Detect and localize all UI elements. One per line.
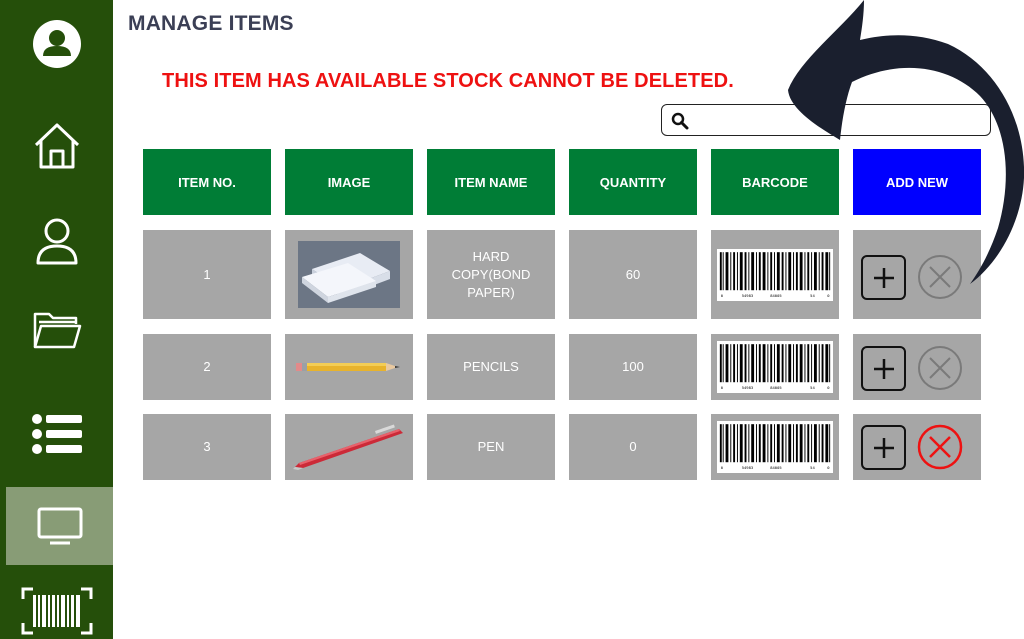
cell-item-no: 1 xyxy=(143,230,271,319)
svg-text:84005: 84005 xyxy=(770,292,781,297)
cell-item-name: PEN xyxy=(427,414,555,480)
cell-image xyxy=(285,230,413,319)
sidebar-item-barcode-scan[interactable] xyxy=(0,586,113,636)
cell-item-no: 2 xyxy=(143,334,271,400)
cell-item-name: PENCILS xyxy=(427,334,555,400)
sidebar-item-monitor[interactable] xyxy=(6,487,113,565)
delete-button[interactable] xyxy=(917,345,963,391)
cell-image xyxy=(285,334,413,400)
svg-text:54983: 54983 xyxy=(742,465,753,470)
svg-text:0: 0 xyxy=(827,385,830,390)
pen-image xyxy=(293,424,403,470)
delete-button[interactable] xyxy=(917,254,963,300)
add-stock-button[interactable] xyxy=(861,255,906,300)
user-icon xyxy=(36,218,77,265)
cell-barcode: 0 54983 84005 54 0 xyxy=(711,414,839,480)
header-image: IMAGE xyxy=(285,149,413,215)
svg-text:54: 54 xyxy=(810,385,815,390)
home-icon xyxy=(34,123,79,169)
header-barcode: BARCODE xyxy=(711,149,839,215)
search-input[interactable] xyxy=(696,109,976,131)
cell-item-no: 3 xyxy=(143,414,271,480)
add-new-button[interactable]: ADD NEW xyxy=(853,149,981,215)
cell-quantity: 0 xyxy=(569,414,697,480)
add-stock-button[interactable] xyxy=(861,346,906,391)
svg-text:84005: 84005 xyxy=(770,465,781,470)
folder-icon xyxy=(33,312,81,349)
pencil-image xyxy=(296,363,400,371)
cell-barcode: 0 54983 84005 54 0 xyxy=(711,334,839,400)
monitor-icon xyxy=(37,507,82,545)
list-icon xyxy=(31,414,82,454)
cell-actions xyxy=(853,414,981,480)
header-item-no: ITEM NO. xyxy=(143,149,271,215)
svg-text:54983: 54983 xyxy=(742,292,753,297)
delete-button[interactable] xyxy=(917,424,963,470)
svg-text:0: 0 xyxy=(827,465,830,470)
cell-image xyxy=(285,414,413,480)
svg-text:54: 54 xyxy=(810,292,815,297)
barcode-image: 0 54983 84005 54 0 xyxy=(717,341,833,393)
add-stock-button[interactable] xyxy=(861,425,906,470)
sidebar-item-users[interactable] xyxy=(0,213,113,269)
cell-actions xyxy=(853,334,981,400)
barcode-scan-icon xyxy=(21,587,92,635)
sidebar-item-list[interactable] xyxy=(0,408,113,460)
barcode-digits: 0 xyxy=(721,465,724,470)
user-circle-icon xyxy=(32,20,81,68)
sidebar xyxy=(0,0,113,639)
sidebar-item-profile[interactable] xyxy=(0,16,113,72)
cell-item-name: HARD COPY(BOND PAPER) xyxy=(427,230,555,319)
cell-barcode: 0 54983 84005 54 0 xyxy=(711,230,839,319)
cell-quantity: 100 xyxy=(569,334,697,400)
barcode-digits: 0 xyxy=(721,385,724,390)
header-quantity: QUANTITY xyxy=(569,149,697,215)
plus-icon xyxy=(873,358,894,379)
plus-icon xyxy=(873,267,894,288)
error-message: THIS ITEM HAS AVAILABLE STOCK CANNOT BE … xyxy=(162,70,734,92)
barcode-image: 0 54983 84005 54 0 xyxy=(717,248,833,301)
svg-text:54983: 54983 xyxy=(742,385,753,390)
cell-quantity: 60 xyxy=(569,230,697,319)
header-item-name: ITEM NAME xyxy=(427,149,555,215)
sidebar-item-folder[interactable] xyxy=(0,305,113,355)
search-box[interactable] xyxy=(661,104,991,136)
paper-stack-image xyxy=(298,241,400,308)
svg-text:54: 54 xyxy=(810,465,815,470)
plus-icon xyxy=(873,437,894,458)
svg-text:0: 0 xyxy=(827,292,830,297)
search-icon xyxy=(671,112,689,130)
barcode-image: 0 54983 84005 54 0 xyxy=(717,421,833,473)
barcode-digits: 0 xyxy=(721,292,724,297)
page-title: MANAGE ITEMS xyxy=(128,12,294,35)
cell-actions xyxy=(853,230,981,319)
sidebar-item-home[interactable] xyxy=(0,118,113,174)
svg-text:84005: 84005 xyxy=(770,385,781,390)
